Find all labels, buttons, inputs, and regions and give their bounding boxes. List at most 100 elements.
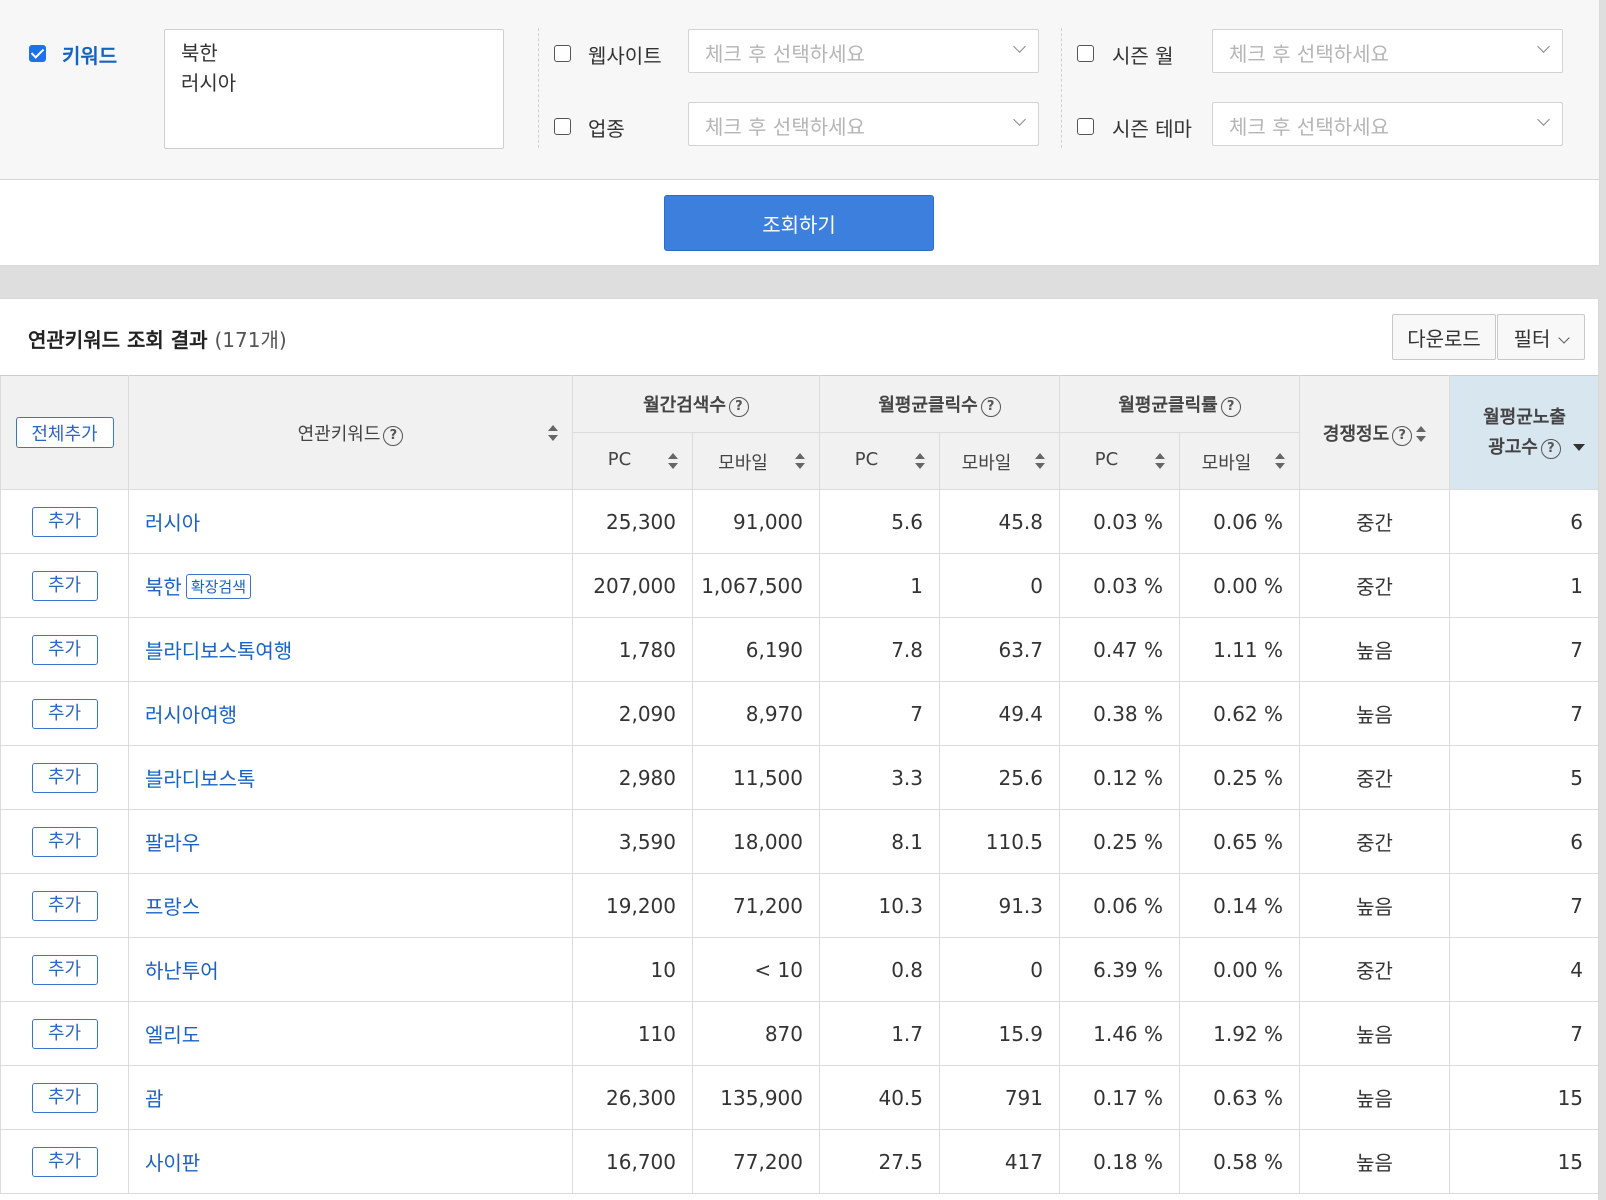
keyword-filter-label: 키워드 [62,44,118,68]
table-row: 추가 블라디보스톡 2,980 11,500 3.3 25.6 0.12 % 0.25 % 중간… [0,745,1598,810]
chevron-down-icon [1537,40,1550,53]
ctr-mobile-cell: 1.92 % [1179,1001,1301,1066]
add-keyword-button[interactable]: 추가 [31,634,98,665]
ctr-pc-cell: 0.03 % [1059,553,1181,618]
keyword-link[interactable]: 사이판 [145,1151,200,1175]
add-all-button[interactable]: 전체추가 [15,417,114,448]
season-theme-select-placeholder: 체크 후 선택하세요 [1229,115,1389,139]
ctr-mobile-header[interactable]: 모바일 [1179,432,1301,490]
sort-desc-icon[interactable] [1573,444,1586,451]
website-checkbox[interactable] [554,45,571,62]
keyword-line: 북한 [181,41,218,65]
keyword-link[interactable]: 괌 [145,1087,163,1111]
search-button[interactable]: 조회하기 [664,195,934,251]
click-mobile-header[interactable]: 모바일 [938,432,1061,490]
keyword-cell: 사이판 [128,1129,573,1194]
competition-cell: 중간 [1299,553,1451,618]
search-mobile-cell: 77,200 [692,1129,820,1194]
season-theme-filter-label: 시즌 테마 [1112,117,1192,141]
season-month-select[interactable]: 체크 후 선택하세요 [1212,29,1563,73]
keyword-link[interactable]: 러시아 [145,511,200,535]
add-keyword-button[interactable]: 추가 [31,762,98,793]
search-pc-cell: 2,980 [572,745,693,810]
sort-icon[interactable] [915,453,925,469]
keyword-checkbox[interactable] [29,45,46,62]
results-title: 연관키워드 조회 결과 (171개) [28,324,287,353]
add-keyword-button[interactable]: 추가 [31,890,98,921]
ctr-pc-cell: 0.06 % [1059,873,1181,938]
results-panel: 연관키워드 조회 결과 (171개) 다운로드 필터 전체추가 연관키워드? 월… [0,298,1599,1200]
click-pc-header[interactable]: PC [819,432,940,490]
search-pc-header[interactable]: PC [572,432,693,490]
help-icon[interactable]: ? [1392,425,1413,446]
add-keyword-button[interactable]: 추가 [31,698,98,729]
keyword-link[interactable]: 엘리도 [145,1023,200,1047]
search-pc-cell: 2,090 [572,681,693,746]
website-select[interactable]: 체크 후 선택하세요 [688,29,1039,73]
add-keyword-button[interactable]: 추가 [31,826,98,857]
add-keyword-button[interactable]: 추가 [31,570,98,601]
extended-search-badge[interactable]: 확장검색 [185,574,252,599]
ad-count-cell: 15 [1449,1129,1598,1194]
sort-icon[interactable] [1275,453,1286,469]
keyword-textarea[interactable]: 북한 러시아 [164,29,504,149]
season-theme-checkbox[interactable] [1077,118,1094,135]
ctr-pc-cell: 0.38 % [1059,681,1181,746]
competition-label: 경쟁정도 [1322,423,1390,445]
ad-count-cell: 6 [1449,809,1598,874]
ctr-pc-header[interactable]: PC [1059,432,1181,490]
keyword-link[interactable]: 하난투어 [145,959,219,983]
keyword-link[interactable]: 북한 [145,575,182,599]
help-icon[interactable]: ? [1220,397,1241,417]
keyword-cell: 러시아 [128,489,573,554]
sort-icon[interactable] [668,453,678,469]
search-mobile-header[interactable]: 모바일 [692,432,820,490]
keyword-link[interactable]: 러시아여행 [145,703,237,727]
search-pc-cell: 10 [572,937,693,1002]
ctr-mobile-cell: 0.00 % [1179,937,1301,1002]
help-icon[interactable]: ? [383,425,404,446]
sort-icon[interactable] [1416,425,1427,442]
filter-button[interactable]: 필터 [1497,314,1585,360]
sort-icon[interactable] [548,424,558,441]
click-pc-cell: 8.1 [819,809,940,874]
add-keyword-button[interactable]: 추가 [31,1082,98,1113]
competition-cell: 높음 [1299,1129,1451,1194]
keyword-link[interactable]: 프랑스 [145,895,200,919]
sort-icon[interactable] [1035,453,1046,469]
help-icon[interactable]: ? [1540,438,1561,459]
add-keyword-button[interactable]: 추가 [31,954,98,985]
table-row: 추가 엘리도 110 870 1.7 15.9 1.46 % 1.92 % 높음 7 [0,1001,1598,1066]
keyword-header[interactable]: 연관키워드? [128,375,573,490]
industry-checkbox[interactable] [554,118,571,135]
sort-icon[interactable] [1155,453,1166,469]
add-cell: 추가 [0,553,129,618]
download-button[interactable]: 다운로드 [1392,314,1496,360]
add-keyword-button[interactable]: 추가 [31,506,98,537]
click-pc-cell: 7.8 [819,617,940,682]
results-table-body: 추가 러시아 25,300 91,000 5.6 45.8 0.03 % 0.06 % 중간 6 추… [0,489,1598,1194]
ad-count-header[interactable]: 월평균노출 광고수? [1449,375,1598,490]
keyword-link[interactable]: 블라디보스톡 [145,767,255,791]
ctr-mobile-cell: 0.65 % [1179,809,1301,874]
keyword-link[interactable]: 블라디보스톡여행 [145,639,292,663]
add-keyword-button[interactable]: 추가 [31,1018,98,1049]
add-keyword-button[interactable]: 추가 [31,1146,98,1177]
add-cell: 추가 [0,1065,129,1130]
monthly-search-label: 월간검색수 [643,395,726,416]
click-mobile-cell: 110.5 [938,809,1061,874]
industry-select[interactable]: 체크 후 선택하세요 [688,102,1039,146]
season-month-checkbox[interactable] [1077,45,1094,62]
season-theme-select[interactable]: 체크 후 선택하세요 [1212,102,1563,146]
ad-count-label-line2: 광고수 [1488,436,1538,458]
help-icon[interactable]: ? [728,397,749,417]
ctr-mobile-cell: 0.62 % [1179,681,1301,746]
help-icon[interactable]: ? [980,397,1001,417]
sort-icon[interactable] [795,453,805,469]
competition-cell: 중간 [1299,745,1451,810]
search-mobile-cell: 870 [692,1001,820,1066]
competition-header[interactable]: 경쟁정도? [1299,375,1451,490]
keyword-link[interactable]: 팔라우 [145,831,200,855]
keyword-cell: 엘리도 [128,1001,573,1066]
click-mobile-cell: 91.3 [938,873,1061,938]
